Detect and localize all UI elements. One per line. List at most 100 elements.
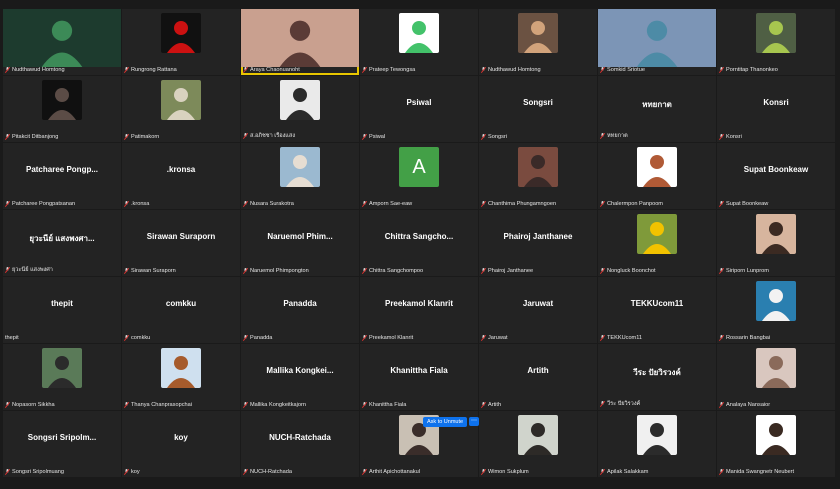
participant-name: Rossarin Bangbai bbox=[726, 335, 771, 341]
participant-tile[interactable]: Chittra Sangcho... Chittra Sangchompoo bbox=[360, 210, 478, 276]
participant-tile[interactable]: Chanthima Phungamngoen bbox=[479, 143, 597, 209]
participant-tile[interactable]: Apilak Salakkam bbox=[598, 411, 716, 477]
participant-name-label: Artith bbox=[481, 402, 595, 408]
person-silhouette-icon bbox=[286, 88, 314, 120]
avatar-letter: A bbox=[399, 147, 439, 187]
participant-tile[interactable]: Songsri Sripolm... Songsri Sripolmuang bbox=[3, 411, 121, 477]
participant-name: Somkid Sriotue bbox=[607, 67, 645, 73]
participant-name-label: koy bbox=[124, 469, 238, 475]
participant-tile[interactable]: NUCH-Ratchada NUCH-Ratchada bbox=[241, 411, 359, 477]
participant-tile[interactable]: Patimakorn bbox=[122, 76, 240, 142]
participant-video bbox=[756, 415, 796, 455]
participant-tile[interactable]: Nudthawud Homtong bbox=[479, 9, 597, 75]
person-silhouette-icon bbox=[643, 155, 671, 187]
participant-tile[interactable]: Wimon Sukplum bbox=[479, 411, 597, 477]
person-silhouette-icon bbox=[762, 21, 790, 53]
participant-tile[interactable]: thepit thepit bbox=[3, 277, 121, 343]
participant-tile[interactable]: Pitakcit Ditbanjong bbox=[3, 76, 121, 142]
unmute-more-button[interactable]: ⋯ bbox=[469, 417, 479, 426]
muted-mic-icon bbox=[243, 133, 248, 139]
participant-name: Songsri bbox=[488, 134, 507, 140]
participant-name-label: ยุวะนีย์ แสงพงศา bbox=[5, 266, 119, 274]
participant-name-label: Phairoj Janthanee bbox=[481, 268, 595, 274]
participant-name: Nudthawud Homtong bbox=[488, 67, 541, 73]
participant-tile[interactable]: koy koy bbox=[122, 411, 240, 477]
participant-video bbox=[42, 80, 82, 120]
participant-video bbox=[756, 13, 796, 53]
participant-tile[interactable]: Patcharee Pongp... Patcharee Pongpatsanan bbox=[3, 143, 121, 209]
participant-tile[interactable]: Araya Chaonuanoht bbox=[241, 9, 359, 75]
person-silhouette-icon bbox=[762, 423, 790, 455]
participant-tile[interactable]: Nopasorn Sikkha bbox=[3, 344, 121, 410]
participant-tile[interactable]: Manida Swangnetr Neubert bbox=[717, 411, 835, 477]
participant-tile[interactable]: Naruemol Phim... Naruemol Phimpongton bbox=[241, 210, 359, 276]
participant-tile[interactable]: .kronsa .kronsa bbox=[122, 143, 240, 209]
participant-video bbox=[756, 348, 796, 388]
muted-mic-icon bbox=[362, 201, 367, 207]
participant-tile[interactable]: Thanya Chanprasopchai bbox=[122, 344, 240, 410]
muted-mic-icon bbox=[124, 469, 129, 475]
participant-tile[interactable]: Jaruwat Jaruwat bbox=[479, 277, 597, 343]
participant-tile[interactable]: A Amporn Sae-eaw bbox=[360, 143, 478, 209]
participant-name: Naruemol Phimpongton bbox=[250, 268, 309, 274]
participant-tile[interactable]: ส.อภิชชา เรืองแสง bbox=[241, 76, 359, 142]
participant-tile[interactable]: Supat Boonkeaw Supat Boonkeaw bbox=[717, 143, 835, 209]
participant-display-name: Mallika Kongkei... bbox=[266, 366, 334, 375]
participant-name: Wimon Sukplum bbox=[488, 469, 529, 475]
muted-mic-icon bbox=[5, 134, 10, 140]
participant-tile[interactable]: Khanittha Fiala Khanittha Fiala bbox=[360, 344, 478, 410]
participant-name-label: Siriporn Lunprom bbox=[719, 268, 833, 274]
participant-display-name: Sirawan Suraporn bbox=[146, 232, 216, 241]
participant-tile[interactable]: Preekamol Klanrit Preekamol Klanrit bbox=[360, 277, 478, 343]
participant-tile[interactable]: Nusara Surakotra bbox=[241, 143, 359, 209]
participant-tile[interactable]: comkku comkku bbox=[122, 277, 240, 343]
participant-name: Analaya Nansaior bbox=[726, 402, 771, 408]
participant-display-name: หทยกาต bbox=[642, 100, 672, 109]
participant-tile[interactable]: TEKKUcom11 TEKKUcom11 bbox=[598, 277, 716, 343]
participant-tile[interactable]: Nudthawud Homtong bbox=[3, 9, 121, 75]
participant-name-label: .kronsa bbox=[124, 201, 238, 207]
participant-tile[interactable]: Nongluck Boonchot bbox=[598, 210, 716, 276]
participant-tile[interactable]: Konsri Konsri bbox=[717, 76, 835, 142]
participant-tile[interactable]: หทยกาต หทยกาต bbox=[598, 76, 716, 142]
participant-tile[interactable]: Prateep Tewongsa bbox=[360, 9, 478, 75]
participant-name: thepit bbox=[5, 335, 19, 341]
participant-tile[interactable]: Porntitap Thanonkeo bbox=[717, 9, 835, 75]
participant-tile[interactable]: Sirawan Suraporn Sirawan Suraporn bbox=[122, 210, 240, 276]
participant-tile[interactable]: Somkid Sriotue bbox=[598, 9, 716, 75]
participant-tile[interactable]: Psiwal Psiwal bbox=[360, 76, 478, 142]
participant-tile[interactable]: Artith Artith bbox=[479, 344, 597, 410]
person-silhouette-icon bbox=[643, 222, 671, 254]
muted-mic-icon bbox=[481, 402, 486, 408]
participant-video bbox=[241, 9, 359, 67]
participant-name-label: Nudthawud Homtong bbox=[481, 67, 595, 73]
participant-name: Nongluck Boonchot bbox=[607, 268, 656, 274]
ask-to-unmute-button[interactable]: Ask to Unmute bbox=[423, 417, 468, 427]
person-silhouette-icon bbox=[405, 21, 433, 53]
muted-mic-icon bbox=[600, 133, 605, 139]
participant-tile[interactable]: Phairoj Janthanee Phairoj Janthanee bbox=[479, 210, 597, 276]
participant-tile[interactable]: Chalermpon Panpoom bbox=[598, 143, 716, 209]
participant-tile[interactable]: Rungrong Rattana bbox=[122, 9, 240, 75]
participant-tile[interactable]: Mallika Kongkei... Mallika Kongkeitkajorn bbox=[241, 344, 359, 410]
person-silhouette-icon bbox=[167, 21, 195, 53]
participant-tile[interactable]: Songsri Songsri bbox=[479, 76, 597, 142]
participant-name: Patimakorn bbox=[131, 134, 160, 140]
participant-tile[interactable]: Siriporn Lunprom bbox=[717, 210, 835, 276]
participant-tile[interactable]: ยุวะนีย์ แสงพงศา... ยุวะนีย์ แสงพงศา bbox=[3, 210, 121, 276]
participant-name: Thanya Chanprasopchai bbox=[131, 402, 192, 408]
muted-mic-icon bbox=[719, 268, 724, 274]
participant-tile[interactable]: วีระ ปัยวิรวงค์ วีระ ปัยวิรวงค์ bbox=[598, 344, 716, 410]
participant-name-label: Jaruwat bbox=[481, 335, 595, 341]
muted-mic-icon bbox=[362, 134, 367, 140]
participant-name-label: Manida Swangnetr Neubert bbox=[719, 469, 833, 475]
muted-mic-icon bbox=[481, 335, 486, 341]
muted-mic-icon bbox=[124, 335, 129, 341]
person-silhouette-icon bbox=[524, 21, 552, 53]
participant-name-label: Patcharee Pongpatsanan bbox=[5, 201, 119, 207]
participant-tile[interactable]: Panadda Panadda bbox=[241, 277, 359, 343]
participant-display-name: TEKKUcom11 bbox=[630, 299, 684, 308]
participant-tile[interactable]: Rossarin Bangbai bbox=[717, 277, 835, 343]
participant-tile[interactable]: Analaya Nansaior bbox=[717, 344, 835, 410]
muted-mic-icon bbox=[481, 67, 486, 73]
